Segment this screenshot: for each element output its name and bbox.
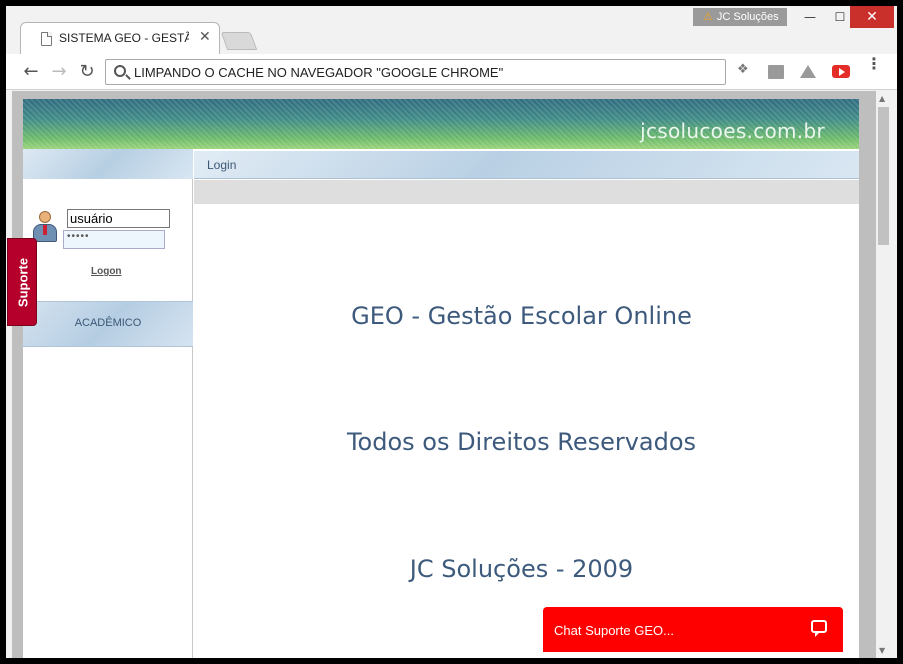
chrome-menu-icon[interactable]: ⋮ — [866, 56, 882, 72]
username-input[interactable] — [67, 209, 170, 228]
logon-link[interactable]: Logon — [91, 266, 122, 277]
page-viewport: jcsolucoes.com.br ••••• Logon ACADÊMICO … — [12, 91, 891, 658]
password-input[interactable]: ••••• — [63, 230, 165, 249]
profile-name: JC Soluções — [716, 11, 779, 23]
chat-label: Chat Suporte GEO... — [554, 623, 674, 638]
browser-tab[interactable]: SISTEMA GEO - GESTÃO ✕ — [20, 22, 220, 54]
dropbox-icon[interactable]: ❖ — [737, 62, 753, 77]
browser-window: ⚠ JC Soluções — ☐ ✕ SISTEMA GEO - GESTÃO … — [6, 6, 897, 658]
address-bar[interactable]: LIMPANDO O CACHE NO NAVEGADOR "GOOGLE CH… — [105, 59, 726, 85]
site-page: jcsolucoes.com.br ••••• Logon ACADÊMICO … — [23, 99, 859, 658]
welcome-title: GEO - Gestão Escolar Online — [351, 302, 692, 330]
site-banner: jcsolucoes.com.br — [23, 99, 859, 149]
back-button[interactable]: ← — [20, 61, 42, 82]
new-tab-button[interactable] — [220, 32, 258, 50]
sidebar-item-label: ACADÊMICO — [74, 317, 142, 329]
youtube-icon[interactable] — [832, 65, 850, 78]
banner-domain: jcsolucoes.com.br — [640, 119, 825, 143]
rights-text: Todos os Direitos Reservados — [346, 428, 697, 456]
scroll-down-icon[interactable]: ▼ — [879, 646, 885, 655]
chat-bubble-icon — [811, 620, 827, 637]
browser-toolbar: ← → ↻ LIMPANDO O CACHE NO NAVEGADOR "GOO… — [6, 54, 897, 90]
close-window-button[interactable]: ✕ — [850, 6, 894, 28]
vertical-scrollbar[interactable]: ▲ ▼ — [876, 91, 891, 658]
tab-close-icon[interactable]: ✕ — [199, 29, 211, 45]
chat-support-widget[interactable]: Chat Suporte GEO... — [543, 607, 843, 652]
main-content: Login GEO - Gestão Escolar Online Todos … — [194, 149, 859, 658]
sidebar-item-academico[interactable]: ACADÊMICO — [23, 301, 193, 347]
sidebar: ••••• Logon ACADÊMICO — [23, 149, 193, 658]
forward-button[interactable]: → — [48, 61, 70, 82]
minimize-button[interactable]: — — [795, 6, 825, 28]
address-text: LIMPANDO O CACHE NO NAVEGADOR "GOOGLE CH… — [134, 65, 504, 80]
scroll-thumb[interactable] — [878, 107, 889, 245]
calendar-icon[interactable] — [768, 65, 784, 79]
warning-icon: ⚠ — [703, 11, 713, 23]
support-tab-label: Suporte — [15, 257, 31, 308]
document-icon — [41, 32, 52, 46]
breadcrumb-label: Login — [207, 158, 237, 172]
sidebar-header — [23, 149, 193, 179]
profile-button[interactable]: ⚠ JC Soluções — [693, 8, 787, 26]
tab-title: SISTEMA GEO - GESTÃO — [59, 31, 189, 45]
copyright-text: JC Soluções - 2009 — [409, 555, 634, 583]
sub-toolbar — [194, 180, 859, 204]
drive-icon[interactable] — [800, 65, 816, 78]
title-bar: ⚠ JC Soluções — ☐ ✕ SISTEMA GEO - GESTÃO … — [6, 6, 897, 54]
breadcrumb: Login — [194, 151, 859, 179]
support-tab[interactable]: Suporte — [7, 238, 37, 326]
search-icon — [114, 65, 126, 77]
scroll-up-icon[interactable]: ▲ — [879, 94, 885, 103]
reload-button[interactable]: ↻ — [76, 61, 98, 82]
